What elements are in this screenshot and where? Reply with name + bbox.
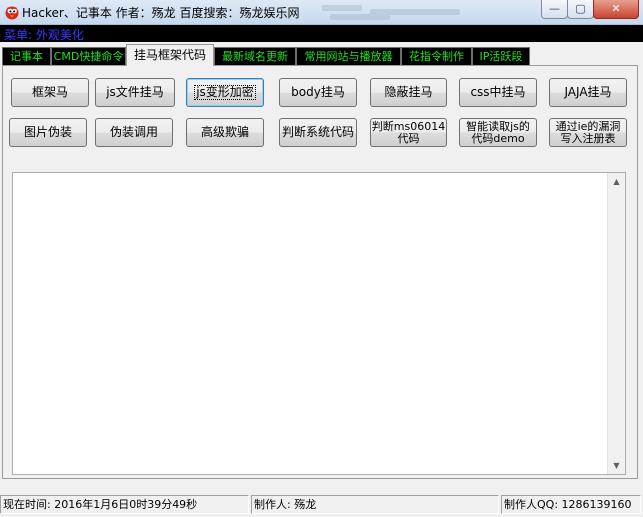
jaja-trojan-button[interactable]: JAJA挂马: [549, 78, 627, 107]
hidden-trojan-button[interactable]: 隐蔽挂马: [370, 78, 447, 107]
menu-bar: 菜单: 外观美化: [0, 25, 643, 42]
tab-ip-segments[interactable]: IP活跃段: [472, 47, 530, 65]
scroll-up-icon[interactable]: ▲: [608, 173, 625, 190]
red-bird-icon: [5, 6, 19, 20]
blurred-background-watermark: [318, 2, 468, 22]
status-time: 现在时间: 2016年1月6日0时39分49秒: [0, 495, 249, 514]
tab-frame-code[interactable]: 挂马框架代码: [126, 44, 214, 66]
detect-ms06014-button[interactable]: 判断ms06014 代码: [370, 118, 447, 147]
maximize-button[interactable]: ▢: [567, 0, 594, 19]
code-editor[interactable]: ▲ ▼: [12, 172, 626, 475]
maximize-icon: ▢: [575, 2, 586, 15]
close-button[interactable]: ✕: [593, 0, 639, 19]
tab-cmd-commands[interactable]: CMD快捷命令: [51, 47, 126, 65]
js-file-trojan-button[interactable]: js文件挂马: [95, 78, 175, 107]
tab-sites-players[interactable]: 常用网站与播放器: [296, 47, 401, 65]
editor-scrollbar[interactable]: ▲ ▼: [607, 173, 625, 474]
detect-os-button[interactable]: 判断系统代码: [279, 118, 357, 147]
minimize-button[interactable]: —: [541, 0, 568, 19]
tab-strip: 记事本 CMD快捷命令 挂马框架代码 最新域名更新 常用网站与播放器 花指令制作…: [0, 43, 643, 66]
minimize-icon: —: [549, 2, 560, 15]
tab-junk-instructions[interactable]: 花指令制作: [401, 47, 472, 65]
status-bar: 现在时间: 2016年1月6日0时39分49秒 制作人: 殇龙 制作人QQ: 1…: [0, 494, 643, 517]
title-bar[interactable]: Hacker、记事本 作者：殇龙 百度搜索：殇龙娱乐网 — ▢ ✕: [0, 0, 643, 25]
status-author: 制作人: 殇龙: [251, 495, 499, 514]
frame-trojan-button[interactable]: 框架马: [11, 78, 89, 107]
disguised-call-button[interactable]: 伪装调用: [95, 118, 173, 147]
js-obfuscate-button[interactable]: js变形加密: [186, 78, 264, 107]
scroll-down-icon[interactable]: ▼: [608, 457, 625, 474]
image-disguise-button[interactable]: 图片伪装: [9, 118, 87, 147]
read-js-demo-button[interactable]: 智能读取js的 代码demo: [459, 118, 537, 147]
status-qq: 制作人QQ: 1286139160: [501, 495, 641, 514]
ie-registry-exploit-button[interactable]: 通过ie的漏洞 写入注册表: [549, 118, 627, 147]
advanced-deception-button[interactable]: 高级欺骗: [186, 118, 264, 147]
close-icon: ✕: [611, 2, 621, 15]
window-title: Hacker、记事本 作者：殇龙 百度搜索：殇龙娱乐网: [22, 6, 300, 20]
menu-appearance[interactable]: 菜单: 外观美化: [4, 26, 84, 43]
tab-notepad[interactable]: 记事本: [2, 47, 51, 65]
css-trojan-button[interactable]: css中挂马: [459, 78, 537, 107]
body-trojan-button[interactable]: body挂马: [279, 78, 357, 107]
tab-domain-update[interactable]: 最新域名更新: [214, 47, 296, 65]
